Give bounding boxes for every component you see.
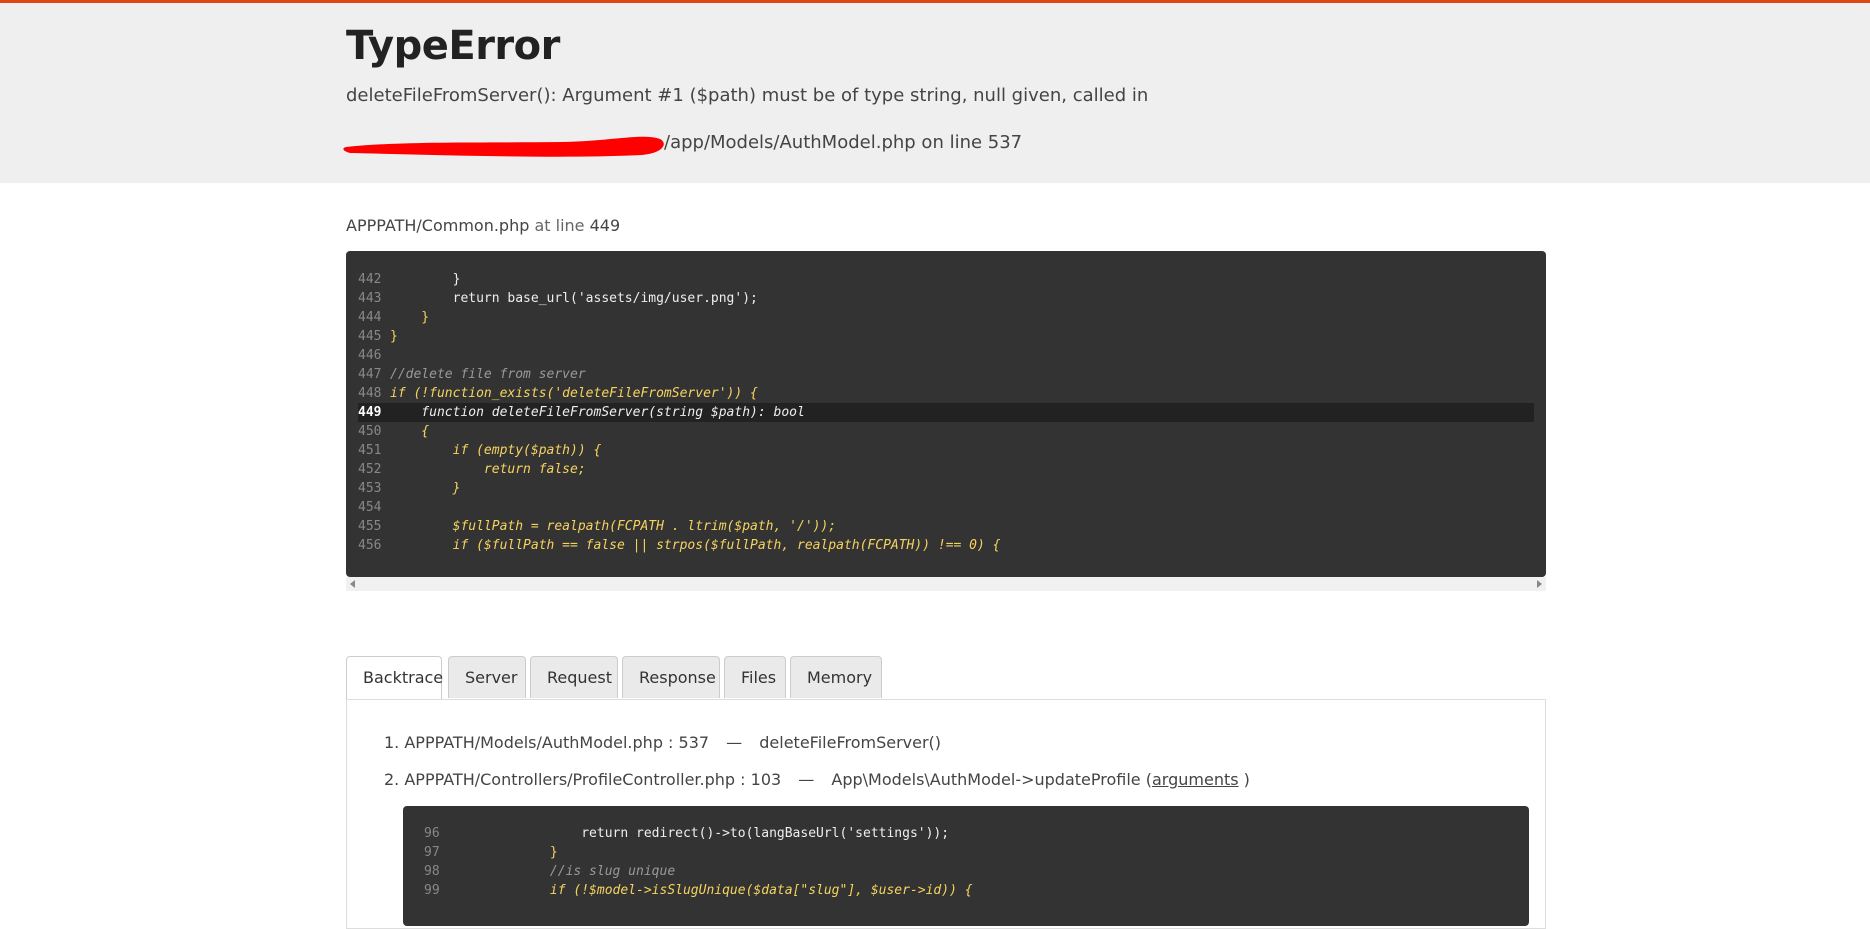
tab-memory[interactable]: Memory	[790, 656, 882, 698]
trace-call: deleteFileFromServer()	[759, 733, 942, 752]
code-line: 453 }	[358, 481, 461, 496]
code-line: 99 if (!$model->isSlugUnique($data["slug…	[424, 883, 973, 898]
tab-files[interactable]: Files	[724, 656, 786, 698]
code-line: 452 return false;	[358, 462, 586, 477]
code-line: 442 }	[358, 272, 461, 287]
trace-separator: —	[726, 733, 743, 752]
trace-index: 1.	[384, 733, 400, 752]
code-line: 455 $fullPath = realpath(FCPATH . ltrim(…	[358, 519, 837, 534]
code-line: 445}	[358, 329, 398, 344]
code-line: 96 return redirect()->to(langBaseUrl('se…	[424, 826, 950, 841]
code-line-highlighted: 449 function deleteFileFromServer(string…	[358, 403, 1534, 422]
trace-separator: —	[798, 770, 815, 789]
code-line: 446	[358, 348, 382, 363]
trace-file: APPPATH/Models/AuthModel.php : 537	[404, 733, 710, 752]
backtrace-item: 1. APPPATH/Models/AuthModel.php : 537 — …	[384, 732, 941, 754]
code-line: 443 return base_url('assets/img/user.png…	[358, 291, 758, 306]
code-line: 447//delete file from server	[358, 367, 586, 382]
backtrace-item: 2. APPPATH/Controllers/ProfileController…	[384, 769, 1250, 791]
error-title: TypeError	[346, 23, 560, 69]
source-location: APPPATH/Common.php at line 449	[346, 215, 620, 237]
code-line: 444 }	[358, 310, 430, 325]
arguments-link[interactable]: arguments	[1152, 770, 1239, 789]
tab-response[interactable]: Response	[622, 656, 720, 698]
trace-index: 2.	[384, 770, 400, 789]
tab-request[interactable]: Request	[530, 656, 618, 698]
error-file-location: /app/Models/AuthModel.php on line 537	[664, 132, 1023, 153]
code-line: 456 if ($fullPath == false || strpos($fu…	[358, 538, 1001, 553]
scroll-right-icon[interactable]	[1537, 580, 1542, 588]
code-line: 454	[358, 500, 382, 515]
code-line: 98 //is slug unique	[424, 864, 676, 879]
code-line: 451 if (empty($path)) {	[358, 443, 602, 458]
redacted-path	[343, 131, 664, 157]
error-message-line2: /app/Models/AuthModel.php on line 537	[343, 131, 1023, 157]
code-line: 450 {	[358, 424, 430, 439]
tab-backtrace[interactable]: Backtrace	[346, 656, 443, 700]
code-line: 97 }	[424, 845, 558, 860]
source-line-number: 449	[589, 216, 621, 235]
source-file: APPPATH/Common.php	[346, 216, 530, 235]
tab-server[interactable]: Server	[448, 656, 526, 698]
code-line: 448 if (!function_exists('deleteFileFromS…	[358, 386, 758, 401]
error-message-line1: deleteFileFromServer(): Argument #1 ($pa…	[346, 85, 1149, 106]
horizontal-scrollbar[interactable]	[346, 577, 1546, 591]
at-line-label: at line	[534, 216, 585, 235]
trace-source-code-block[interactable]: 96 return redirect()->to(langBaseUrl('se…	[403, 806, 1529, 926]
trace-call: App\Models\AuthModel->updateProfile	[831, 770, 1141, 789]
trace-file: APPPATH/Controllers/ProfileController.ph…	[404, 770, 782, 789]
trace-args-close: )	[1243, 770, 1250, 789]
source-code-block[interactable]: 442 } 443 return base_url('assets/img/us…	[346, 251, 1546, 577]
scroll-left-icon[interactable]	[350, 580, 355, 588]
